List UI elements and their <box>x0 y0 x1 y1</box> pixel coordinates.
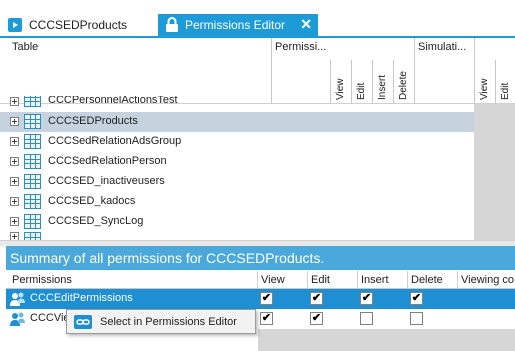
tree-row-label: CCCSedRelationAdsGroup <box>48 135 182 147</box>
menu-item-select-in-permissions-editor[interactable]: Select in Permissions Editor <box>67 310 255 333</box>
column-divider <box>271 38 272 104</box>
table-icon <box>24 96 41 107</box>
summary-grid-header: Permissions View Edit Insert Delete View… <box>6 271 515 289</box>
summary-row-selected[interactable]: CCCEditPermissions ✔ ✔ ✔ ✔ <box>6 289 515 309</box>
user-group-icon <box>10 292 25 306</box>
close-icon[interactable]: ✕ <box>300 16 312 33</box>
expand-icon[interactable] <box>10 117 19 126</box>
checkbox-delete[interactable]: ✔ <box>410 292 423 305</box>
summary-row-label: CCCVie <box>30 312 70 324</box>
expand-icon[interactable] <box>10 177 19 186</box>
tree-row[interactable]: CCCSedRelationPerson <box>0 152 474 172</box>
table-icon <box>24 214 41 229</box>
tree-row-label: CCCSED_kadocs <box>48 195 136 207</box>
table-icon <box>8 18 22 32</box>
tree-row[interactable]: CCCSED_SyncLog <box>0 212 474 232</box>
checkbox-insert[interactable]: ✔ <box>360 292 373 305</box>
column-divider <box>357 271 358 289</box>
expand-icon[interactable] <box>10 97 19 106</box>
tree-row-label: CCCSedRelationPerson <box>48 155 167 167</box>
column-divider <box>457 271 458 289</box>
table-icon <box>24 114 41 129</box>
table-icon <box>24 232 41 240</box>
tree-row[interactable]: CCCSedRelationAdsGroup <box>0 132 474 152</box>
lock-icon <box>166 17 178 32</box>
tree-row-label: CCCSED_inactiveusers <box>48 175 165 187</box>
tree-row-label: CCCSED_SyncLog <box>48 215 144 227</box>
column-header-edit[interactable]: Edit <box>311 274 330 286</box>
tree-row-label: CCCSEDProducts <box>48 115 138 127</box>
column-header-permissions[interactable]: Permissions <box>12 274 72 286</box>
table-icon <box>24 194 41 209</box>
column-divider <box>414 38 415 104</box>
tree-row-label: CCCPersonnelActionsTest <box>48 96 178 106</box>
summary-row-label: CCCEditPermissions <box>30 292 133 304</box>
link-icon <box>74 315 92 329</box>
tree-row-partial[interactable] <box>0 232 474 240</box>
tree-row[interactable]: CCCPersonnelActionsTest <box>0 96 515 112</box>
checkbox-insert[interactable] <box>360 312 373 325</box>
column-divider <box>257 271 258 289</box>
checkbox-edit[interactable]: ✔ <box>310 312 323 325</box>
expand-icon[interactable] <box>10 232 19 240</box>
simulation-column-area <box>474 104 515 240</box>
column-header-table[interactable]: Table <box>12 41 38 53</box>
column-header-simulation[interactable]: Simulati... <box>418 41 472 53</box>
column-header-insert[interactable]: Insert <box>361 274 389 286</box>
tab-label: Permissions Editor <box>185 18 286 32</box>
tree-row-selected[interactable]: CCCSEDProducts <box>0 112 474 132</box>
column-divider <box>474 38 475 104</box>
checkbox-view[interactable]: ✔ <box>260 312 273 325</box>
checkbox-view[interactable]: ✔ <box>260 292 273 305</box>
expand-icon[interactable] <box>10 217 19 226</box>
tab-label: CCCSEDProducts <box>29 18 128 32</box>
checkbox-edit[interactable]: ✔ <box>310 292 323 305</box>
table-icon <box>24 174 41 189</box>
expand-icon[interactable] <box>10 197 19 206</box>
table-icon <box>24 154 41 169</box>
checkbox-delete[interactable] <box>410 312 423 325</box>
context-menu: Select in Permissions Editor <box>66 309 256 334</box>
expand-icon[interactable] <box>10 137 19 146</box>
expand-icon[interactable] <box>10 157 19 166</box>
column-divider <box>307 271 308 289</box>
menu-item-label: Select in Permissions Editor <box>100 316 237 328</box>
column-header-delete[interactable]: Delete <box>411 274 443 286</box>
column-divider <box>407 271 408 289</box>
tab-cccsedproducts[interactable]: CCCSEDProducts <box>0 14 148 36</box>
summary-title-bar: Summary of all permissions for CCCSEDPro… <box>6 246 515 270</box>
tree-row[interactable]: CCCSED_kadocs <box>0 192 474 212</box>
summary-title: Summary of all permissions for CCCSEDPro… <box>10 250 325 266</box>
column-header-viewing[interactable]: Viewing co <box>461 274 514 286</box>
column-header-view[interactable]: View <box>261 274 285 286</box>
tree-row[interactable]: CCCSED_inactiveusers <box>0 172 474 192</box>
summary-empty-area <box>258 329 515 351</box>
table-icon <box>24 134 41 149</box>
user-group-icon <box>10 312 25 326</box>
tab-permissions-editor[interactable]: Permissions Editor ✕ <box>158 14 318 36</box>
column-header-permissions[interactable]: Permissi... <box>275 41 327 53</box>
